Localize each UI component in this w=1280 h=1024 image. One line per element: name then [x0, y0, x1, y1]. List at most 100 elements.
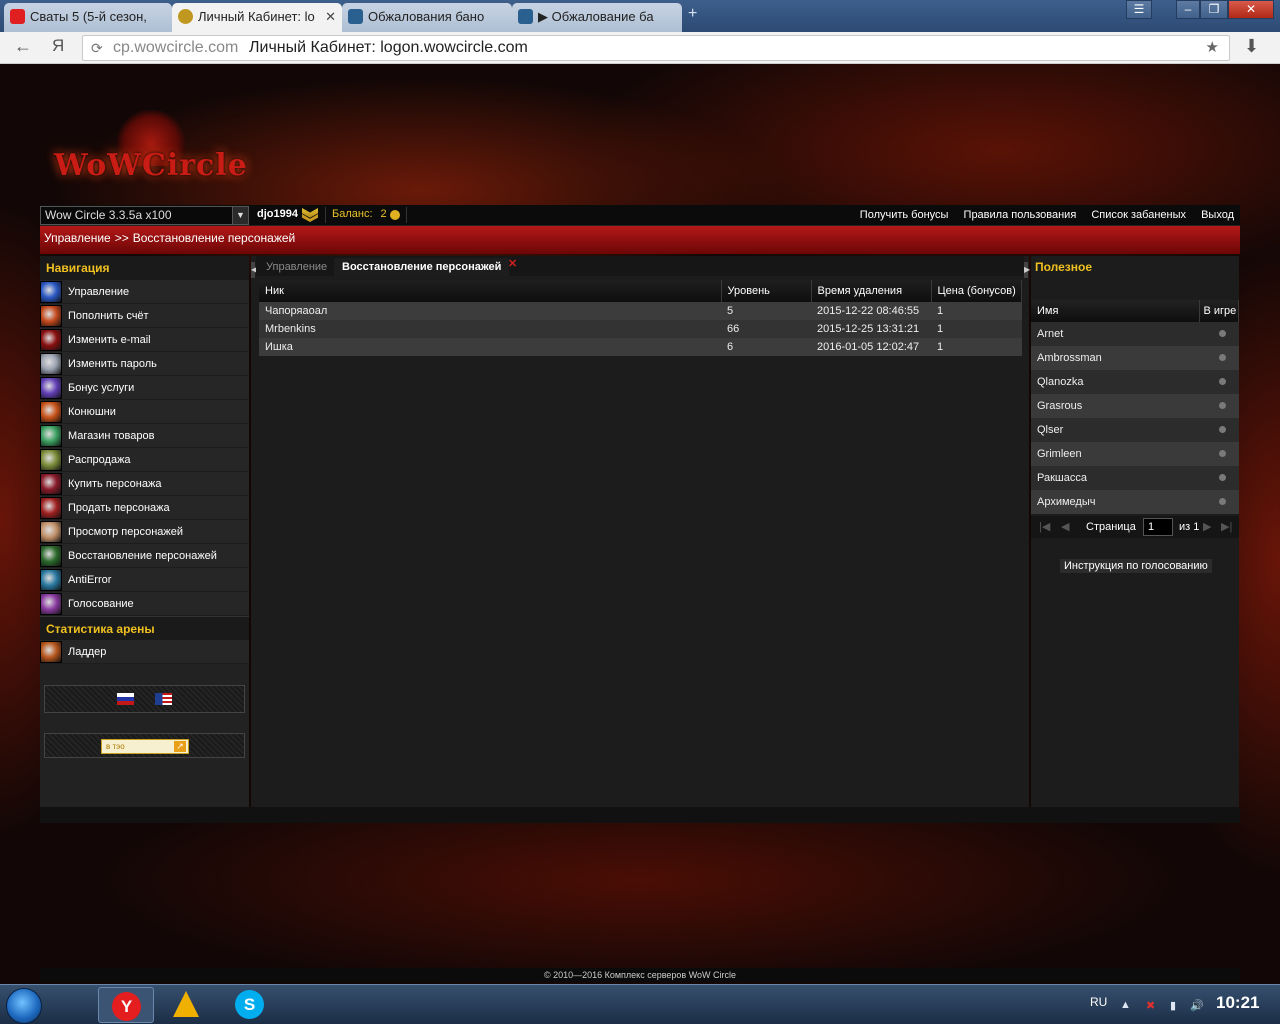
- tab-restore-characters[interactable]: Восстановление персонажей: [334, 258, 510, 276]
- refresh-icon[interactable]: ⟳: [91, 36, 103, 60]
- realm-select[interactable]: Wow Circle 3.3.5a x100 ▼: [40, 206, 249, 225]
- list-item[interactable]: Ракшасса: [1031, 466, 1239, 490]
- get-bonuses-link[interactable]: Получить бонусы: [860, 209, 949, 221]
- sidebar-item[interactable]: Изменить пароль: [40, 352, 249, 376]
- sidebar-item[interactable]: Управление: [40, 280, 249, 304]
- list-item[interactable]: Qlser: [1031, 418, 1239, 442]
- browser-tab-2[interactable]: Личный Кабинет: lo ✕: [172, 3, 342, 32]
- sidebar-item[interactable]: Восстановление персонажей: [40, 544, 249, 568]
- sidebar-item-label: Магазин товаров: [68, 430, 155, 442]
- browser-tab-3[interactable]: Обжалования бано: [342, 3, 512, 32]
- yandex-icon: Y: [112, 992, 141, 1021]
- russian-flag-icon[interactable]: [117, 693, 134, 705]
- status-dot-icon: [1219, 402, 1226, 409]
- browser-menu-button[interactable]: ☰: [1126, 0, 1152, 19]
- table-row[interactable]: Mrbenkins 66 2015-12-25 13:31:21 1: [259, 320, 1022, 338]
- balance: Баланс: 2: [332, 208, 387, 220]
- sidebar-item[interactable]: Конюшни: [40, 400, 249, 424]
- last-page-icon[interactable]: ▶|: [1221, 516, 1232, 538]
- sidebar-item-icon: [40, 425, 62, 447]
- sidebar-item[interactable]: Распродажа: [40, 448, 249, 472]
- clock[interactable]: 10:21: [1216, 993, 1259, 1013]
- sidebar-item[interactable]: Пополнить счёт: [40, 304, 249, 328]
- browser-tab-4[interactable]: ▶ Обжалование ба: [512, 3, 682, 32]
- download-icon[interactable]: ⬇: [1244, 36, 1259, 57]
- us-flag-icon[interactable]: [155, 693, 172, 705]
- yandex-home-button[interactable]: Я: [52, 36, 64, 56]
- list-item[interactable]: Grimleen: [1031, 442, 1239, 466]
- vote-badge[interactable]: в тэо ↗: [101, 739, 189, 754]
- table-cell: Чапоряаоал: [259, 302, 721, 320]
- back-button[interactable]: ←: [14, 36, 32, 57]
- deleted-characters-table: Ник Уровень Время удаления Цена (бонусов…: [259, 280, 1022, 356]
- taskbar-skype[interactable]: S: [222, 987, 278, 1023]
- sidebar-item[interactable]: Продать персонажа: [40, 496, 249, 520]
- column-header-online[interactable]: В игре: [1199, 300, 1239, 322]
- tab-manage[interactable]: Управление: [258, 258, 335, 276]
- start-button[interactable]: [6, 988, 42, 1024]
- column-header-delete-time[interactable]: Время удаления: [811, 280, 932, 302]
- logout-link[interactable]: Выход: [1201, 209, 1234, 221]
- arrow-icon: ↗: [174, 741, 186, 752]
- close-window-button[interactable]: ✕: [1228, 0, 1274, 19]
- list-item[interactable]: Архимедыч: [1031, 490, 1239, 514]
- battery-icon[interactable]: ▮: [1170, 999, 1176, 1012]
- volume-icon[interactable]: 🔊: [1190, 999, 1204, 1012]
- collapse-right-icon[interactable]: ▶: [1024, 262, 1030, 278]
- url-input[interactable]: ⟳ cp.wowcircle.com Личный Кабинет: logon…: [82, 35, 1230, 61]
- maximize-button[interactable]: ❐: [1200, 0, 1228, 19]
- language-indicator[interactable]: RU: [1090, 995, 1107, 1009]
- minimize-button[interactable]: –: [1176, 0, 1200, 19]
- new-tab-button[interactable]: +: [688, 5, 697, 23]
- forum-favicon-icon: [348, 9, 363, 24]
- sidebar-item[interactable]: Просмотр персонажей: [40, 520, 249, 544]
- breadcrumb-manage[interactable]: Управление: [44, 231, 111, 245]
- list-item[interactable]: Grasrous: [1031, 394, 1239, 418]
- column-header-price[interactable]: Цена (бонусов): [931, 280, 1022, 302]
- arena-stats-heading: Статистика арены: [40, 616, 249, 640]
- realm-selected-value: Wow Circle 3.3.5a x100: [45, 208, 172, 222]
- breadcrumb: Управление >> Восстановление персонажей: [40, 226, 1240, 254]
- sidebar-item-label: AntiError: [68, 574, 112, 586]
- table-row[interactable]: Ишка 6 2016-01-05 12:02:47 1: [259, 338, 1022, 356]
- table-cell: 6: [721, 338, 811, 356]
- online-status: [1199, 442, 1239, 466]
- sidebar-item[interactable]: Купить персонажа: [40, 472, 249, 496]
- column-header-name[interactable]: Ник: [259, 280, 722, 302]
- collapse-left-icon[interactable]: ◀: [251, 262, 257, 278]
- column-header-player[interactable]: Имя: [1031, 300, 1200, 322]
- browser-tab-1[interactable]: Сваты 5 (5-й сезон,: [4, 3, 172, 32]
- sidebar-item[interactable]: Магазин товаров: [40, 424, 249, 448]
- column-header-level[interactable]: Уровень: [721, 280, 812, 302]
- sidebar-item-icon: [40, 641, 62, 663]
- first-page-icon[interactable]: |◀: [1039, 516, 1050, 538]
- status-dot-icon: [1219, 498, 1226, 505]
- site-logo[interactable]: WoWCircle: [50, 110, 247, 190]
- network-warning-icon[interactable]: ✖: [1146, 999, 1155, 1012]
- voting-instruction-link[interactable]: Инструкция по голосованию: [1060, 559, 1212, 573]
- chevron-down-icon[interactable]: ▼: [232, 207, 248, 224]
- taskbar-yandex-browser[interactable]: Y: [98, 987, 154, 1023]
- sidebar-item-label: Изменить пароль: [68, 358, 157, 370]
- tab-close-icon[interactable]: ✕: [325, 3, 336, 30]
- page-number-input[interactable]: 1: [1143, 518, 1173, 536]
- sidebar-item[interactable]: Бонус услуги: [40, 376, 249, 400]
- sidebar-item[interactable]: AntiError: [40, 568, 249, 592]
- table-row[interactable]: Чапоряаоал 5 2015-12-22 08:46:55 1: [259, 302, 1022, 320]
- sidebar-item[interactable]: Изменить e-mail: [40, 328, 249, 352]
- list-item[interactable]: Ambrossman: [1031, 346, 1239, 370]
- sidebar-item[interactable]: Голосование: [40, 592, 249, 616]
- prev-page-icon[interactable]: ◀: [1061, 516, 1069, 538]
- taskbar-aimp[interactable]: [160, 987, 216, 1023]
- show-hidden-icons-icon[interactable]: ▲: [1120, 999, 1131, 1011]
- list-item[interactable]: Arnet: [1031, 322, 1239, 346]
- forum-favicon-icon: [518, 9, 533, 24]
- sidebar-item[interactable]: Ладдер: [40, 640, 249, 664]
- rules-link[interactable]: Правила пользования: [964, 209, 1077, 221]
- list-item[interactable]: Qlanozka: [1031, 370, 1239, 394]
- close-tab-icon[interactable]: ✕: [508, 257, 517, 270]
- banned-list-link[interactable]: Список забаненых: [1091, 209, 1186, 221]
- user-bar: Wow Circle 3.3.5a x100 ▼ djo1994 Баланс:…: [40, 205, 1240, 226]
- next-page-icon[interactable]: ▶: [1203, 516, 1211, 538]
- bookmark-star-icon[interactable]: ★: [1206, 36, 1219, 60]
